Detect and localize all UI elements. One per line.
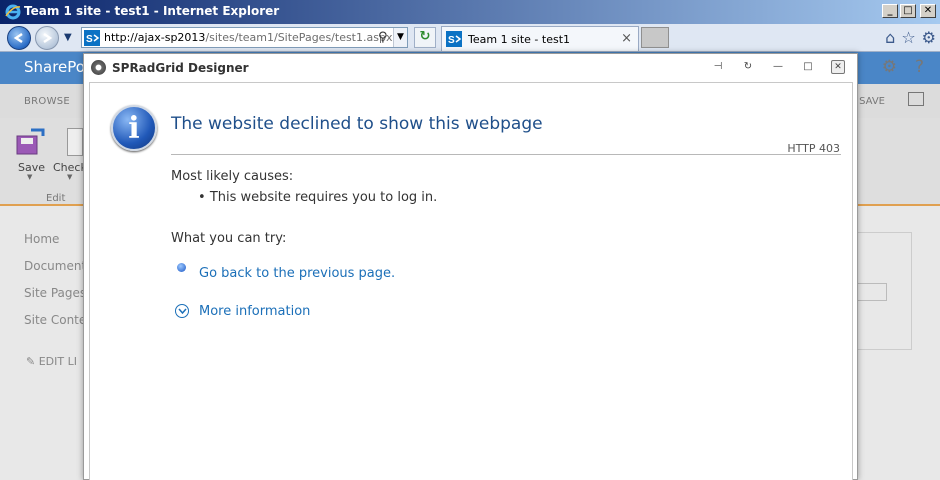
back-button[interactable]: [7, 26, 31, 50]
causes-heading: Most likely causes:: [171, 169, 294, 184]
dialog-body: i The website declined to show this webp…: [89, 82, 853, 480]
nav-documents[interactable]: Document: [24, 259, 86, 286]
designer-gear-icon: [91, 60, 106, 75]
nav-home[interactable]: Home: [24, 232, 86, 259]
home-icon[interactable]: ⌂: [885, 28, 895, 47]
ribbon-group-label: Edit: [46, 193, 66, 204]
tab-close-icon[interactable]: ×: [621, 31, 632, 46]
check-out-icon[interactable]: [67, 128, 83, 156]
url-host: http://ajax-sp2013: [104, 31, 206, 44]
pencil-icon: ✎: [26, 355, 39, 368]
arrow-right-icon: [43, 32, 53, 44]
tab-browse[interactable]: BROWSE: [24, 96, 70, 107]
window-titlebar: Team 1 site - test1 - Internet Explorer …: [0, 0, 940, 24]
cause-list-item: • This website requires you to log in.: [198, 190, 438, 205]
save-dropdown-icon[interactable]: ▼: [27, 173, 32, 181]
nav-site-contents[interactable]: Site Conte: [24, 313, 86, 340]
try-heading: What you can try:: [171, 231, 287, 246]
go-back-link[interactable]: Go back to the previous page.: [199, 266, 395, 281]
minimize-button[interactable]: _: [882, 4, 898, 18]
navigation-bar: ▼ S http://ajax-sp2013/sites/team1/SiteP…: [0, 24, 940, 52]
check-dropdown-icon[interactable]: ▼: [67, 173, 72, 181]
close-button[interactable]: ✕: [920, 4, 936, 18]
focus-content-icon[interactable]: [908, 92, 924, 106]
reload-icon[interactable]: ↻: [741, 60, 755, 74]
history-dropdown-icon[interactable]: ▼: [64, 32, 72, 43]
forward-button[interactable]: [35, 26, 59, 50]
address-dropdown-icon[interactable]: ▼: [393, 28, 407, 47]
title-divider: [171, 154, 841, 155]
dialog-minimize-icon[interactable]: —: [771, 60, 785, 74]
save-link[interactable]: SAVE: [859, 96, 885, 107]
content-box: [857, 283, 887, 301]
refresh-button[interactable]: ↻: [414, 27, 436, 48]
tab-title: Team 1 site - test1: [468, 33, 571, 46]
search-icon[interactable]: ⚲: [378, 30, 388, 45]
browser-tab[interactable]: S Team 1 site - test1 ×: [441, 26, 639, 51]
dialog-maximize-icon[interactable]: □: [801, 60, 815, 74]
error-title: The website declined to show this webpag…: [171, 114, 543, 134]
window-title: Team 1 site - test1 - Internet Explorer: [24, 4, 280, 18]
more-information-link[interactable]: More information: [199, 304, 310, 319]
edit-links-label: EDIT LI: [38, 355, 77, 368]
arrow-left-icon: [13, 32, 23, 44]
dialog-close-icon[interactable]: ✕: [831, 60, 845, 74]
settings-gear-icon[interactable]: ⚙: [882, 57, 897, 77]
quick-launch: Home Document Site Pages Site Conte: [24, 232, 86, 340]
internet-explorer-icon: [5, 4, 21, 20]
dialog-title: SPRadGrid Designer: [112, 61, 249, 75]
content-frame: [852, 232, 912, 350]
dialog-header: SPRadGrid Designer ⊣ ↻ — □ ✕: [84, 54, 857, 82]
help-icon[interactable]: ?: [915, 57, 924, 77]
save-disk-icon[interactable]: [15, 128, 45, 156]
info-icon: i: [111, 105, 157, 151]
url-text[interactable]: http://ajax-sp2013/sites/team1/SitePages…: [104, 31, 392, 44]
svg-text:S: S: [448, 35, 455, 46]
spradgrid-designer-dialog: SPRadGrid Designer ⊣ ↻ — □ ✕ i The websi…: [83, 53, 858, 480]
bullet-icon: [177, 263, 186, 272]
url-path: /sites/team1/SitePages/test1.aspx: [205, 31, 393, 44]
cause-text: This website requires you to log in.: [209, 190, 438, 205]
favorites-star-icon[interactable]: ☆: [901, 28, 915, 47]
nav-site-pages[interactable]: Site Pages: [24, 286, 86, 313]
new-tab-button[interactable]: [641, 27, 669, 48]
svg-text:S: S: [86, 34, 93, 45]
maximize-button[interactable]: □: [900, 4, 916, 18]
edit-links[interactable]: ✎ EDIT LI: [26, 355, 77, 368]
tools-gear-icon[interactable]: ⚙: [922, 28, 936, 47]
sharepoint-tab-icon: S: [446, 31, 462, 47]
expand-chevron-icon[interactable]: [175, 304, 189, 318]
pin-icon[interactable]: ⊣: [711, 60, 725, 74]
sharepoint-site-icon: S: [84, 30, 100, 46]
sharepoint-brand[interactable]: SharePo: [24, 58, 85, 76]
address-bar[interactable]: S http://ajax-sp2013/sites/team1/SitePag…: [81, 27, 408, 48]
